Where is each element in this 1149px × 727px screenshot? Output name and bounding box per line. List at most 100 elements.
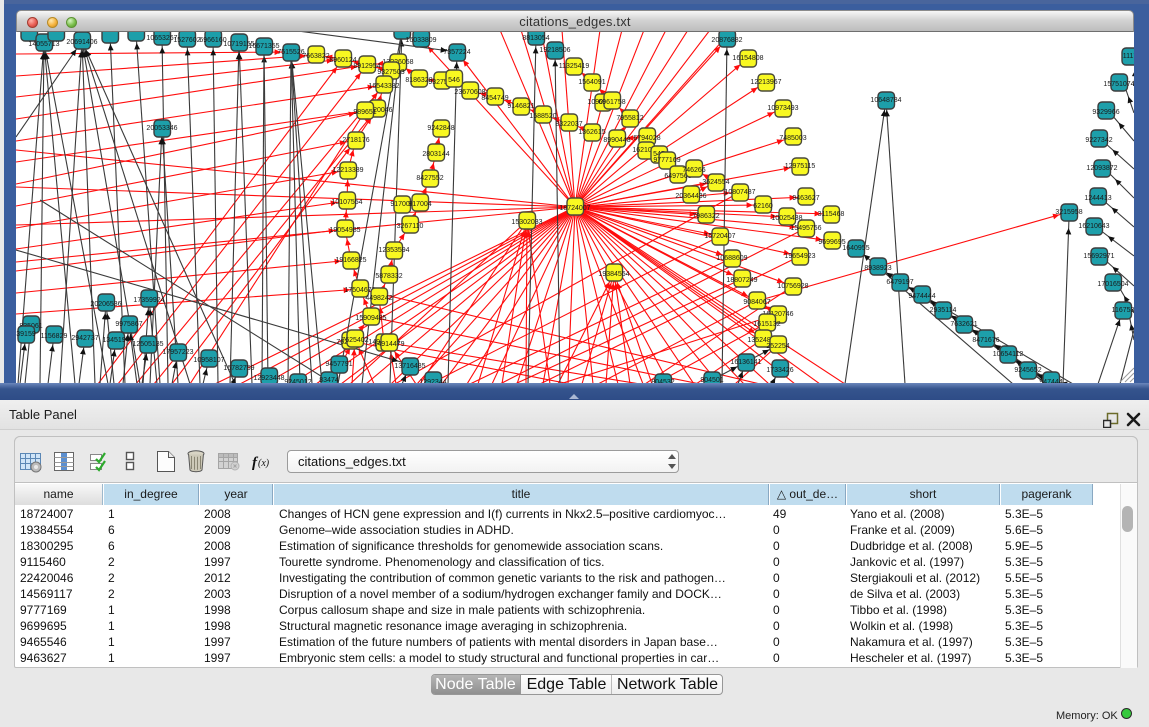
- svg-text:8454749: 8454749: [481, 95, 508, 102]
- svg-text:18724007: 18724007: [559, 205, 590, 212]
- svg-text:116753: 116753: [1112, 307, 1134, 314]
- svg-text:10654112: 10654112: [993, 351, 1024, 358]
- svg-text:546: 546: [448, 77, 460, 84]
- svg-text:39159: 39159: [16, 331, 36, 338]
- svg-text:16210643: 16210643: [1078, 223, 1109, 230]
- svg-text:20691406: 20691406: [66, 39, 97, 46]
- svg-text:5878332: 5878332: [375, 273, 402, 280]
- svg-text:1733426: 1733426: [766, 367, 793, 374]
- svg-text:12213389: 12213389: [332, 167, 363, 174]
- svg-text:9242848: 9242848: [427, 125, 454, 132]
- svg-text:9699695: 9699695: [818, 239, 845, 246]
- svg-text:1345194: 1345194: [102, 337, 129, 344]
- svg-text:14914479: 14914479: [373, 341, 404, 348]
- svg-text:10973493: 10973493: [767, 105, 798, 112]
- svg-text:15720407: 15720407: [704, 233, 735, 240]
- svg-text:7955812: 7955812: [616, 115, 643, 122]
- svg-text:16033809: 16033809: [405, 37, 436, 44]
- svg-text:19218506: 19218506: [539, 47, 570, 54]
- svg-text:14055713: 14055713: [28, 41, 59, 48]
- svg-text:3215958: 3215958: [1055, 209, 1082, 216]
- svg-text:12213967: 12213967: [750, 79, 781, 86]
- svg-text:15302033: 15302033: [511, 219, 542, 226]
- svg-text:15495756: 15495756: [790, 225, 821, 232]
- svg-text:8813054: 8813054: [522, 35, 549, 42]
- svg-text:16543382: 16543382: [368, 83, 399, 90]
- svg-text:1903719: 1903719: [388, 32, 415, 34]
- svg-text:12093872: 12093872: [1086, 165, 1117, 172]
- svg-text:9084067: 9084067: [743, 299, 770, 306]
- svg-text:2935114: 2935114: [930, 307, 957, 314]
- svg-text:7625402: 7625402: [341, 337, 368, 344]
- svg-text:1117: 1117: [1123, 53, 1134, 60]
- svg-text:7357224: 7357224: [443, 49, 470, 56]
- svg-text:10807487: 10807487: [724, 189, 755, 196]
- svg-text:1640955: 1640955: [842, 245, 869, 252]
- svg-text:12505135: 12505135: [132, 341, 163, 348]
- svg-text:15692971: 15692971: [1083, 253, 1114, 260]
- svg-text:8938923: 8938923: [864, 265, 891, 272]
- svg-text:10025438: 10025438: [771, 215, 802, 222]
- svg-text:2718176: 2718176: [342, 137, 369, 144]
- svg-text:2942737: 2942737: [71, 335, 98, 342]
- svg-text:11325419: 11325419: [559, 63, 590, 70]
- svg-text:9777169: 9777169: [653, 157, 680, 164]
- svg-text:10958107: 10958107: [193, 357, 224, 364]
- svg-text:62160: 62160: [753, 203, 773, 210]
- svg-text:16671355: 16671355: [248, 43, 279, 50]
- svg-text:1362615: 1362615: [578, 129, 605, 136]
- svg-text:20206536: 20206536: [90, 301, 121, 308]
- svg-text:(x): (x): [258, 458, 270, 469]
- svg-text:9227342: 9227342: [1085, 137, 1112, 144]
- svg-text:3267110: 3267110: [397, 223, 424, 230]
- svg-text:20053346: 20053346: [146, 125, 177, 132]
- svg-text:8427552: 8427552: [416, 175, 443, 182]
- svg-text:19654923: 19654923: [784, 253, 815, 260]
- svg-text:8471676: 8471676: [972, 337, 999, 344]
- svg-text:746266: 746266: [682, 167, 705, 174]
- svg-text:9329966: 9329966: [1092, 109, 1119, 116]
- svg-text:17359924: 17359924: [133, 297, 164, 304]
- svg-text:1156829: 1156829: [41, 333, 68, 340]
- svg-text:12353594: 12353594: [378, 247, 409, 254]
- svg-text:15909485: 15909485: [355, 315, 386, 322]
- svg-text:3624554: 3624554: [702, 179, 729, 186]
- svg-text:16136141: 16136141: [730, 359, 761, 366]
- svg-text:16154808: 16154808: [732, 55, 763, 62]
- svg-text:252254: 252254: [766, 343, 789, 350]
- svg-text:9146821: 9146821: [507, 103, 534, 110]
- svg-text:19054985: 19054985: [329, 227, 360, 234]
- svg-text:17016504: 17016504: [1097, 281, 1128, 288]
- svg-text:7515526: 7515526: [277, 49, 304, 56]
- svg-text:10107554: 10107554: [331, 199, 362, 206]
- svg-text:7485003: 7485003: [779, 135, 806, 142]
- svg-text:12923448: 12923448: [253, 375, 284, 382]
- svg-text:989651: 989651: [353, 109, 376, 116]
- svg-text:19384554: 19384554: [598, 271, 629, 278]
- svg-text:6479197: 6479197: [886, 279, 913, 286]
- svg-text:1244413: 1244413: [1084, 195, 1111, 202]
- svg-text:917004: 917004: [408, 201, 431, 208]
- svg-text:18807249: 18807249: [726, 277, 757, 284]
- svg-text:8322037: 8322037: [555, 121, 582, 128]
- svg-text:13716485: 13716485: [394, 363, 425, 370]
- svg-text:19166825: 19166825: [335, 257, 366, 264]
- svg-text:7632621: 7632621: [950, 321, 977, 328]
- svg-text:8990448: 8990448: [603, 137, 630, 144]
- svg-text:9327503: 9327503: [377, 69, 404, 76]
- svg-text:17957223: 17957223: [162, 349, 193, 356]
- svg-text:1564091: 1564091: [578, 79, 605, 86]
- svg-text:9245652: 9245652: [1014, 367, 1041, 374]
- svg-text:10648784: 10648784: [870, 97, 901, 104]
- svg-text:4498242: 4498242: [365, 295, 392, 302]
- svg-text:9463627: 9463627: [792, 195, 819, 202]
- svg-text:1615132: 1615132: [753, 321, 780, 328]
- svg-text:1588520: 1588520: [529, 113, 556, 120]
- svg-text:20364436: 20364436: [675, 193, 706, 200]
- svg-text:2803144: 2803144: [422, 151, 449, 158]
- svg-text:9457791: 9457791: [325, 361, 352, 368]
- svg-text:20876882: 20876882: [711, 37, 742, 44]
- svg-text:3115468: 3115468: [818, 211, 845, 218]
- svg-text:7663822: 7663822: [302, 53, 329, 60]
- svg-text:12975115: 12975115: [785, 163, 816, 170]
